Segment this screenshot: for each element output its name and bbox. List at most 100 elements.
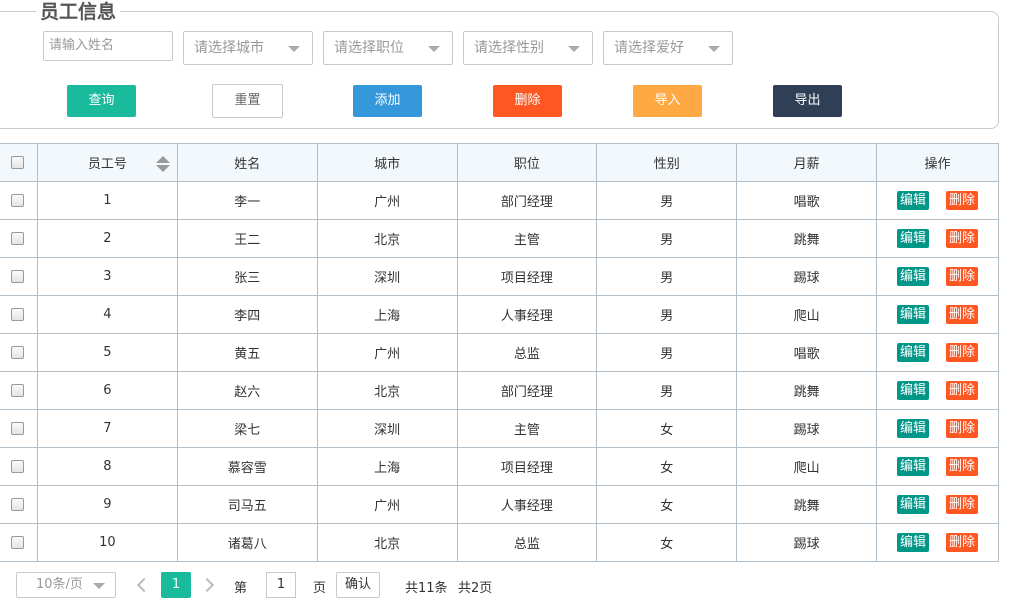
row-delete-button[interactable]: 删除 (946, 343, 979, 362)
edit-button[interactable]: 编辑 (897, 229, 930, 248)
cell-gender: 男 (596, 295, 738, 334)
row-delete-button[interactable]: 删除 (946, 495, 979, 514)
cell-gender: 男 (596, 371, 738, 410)
cell-gender: 女 (596, 447, 738, 486)
row-delete-button[interactable]: 删除 (946, 419, 979, 438)
import-button[interactable]: 导入 (633, 85, 702, 117)
header-city: 城市 (316, 143, 458, 182)
cell-city: 上海 (316, 295, 458, 334)
row-checkbox[interactable] (11, 308, 25, 321)
cell-gender: 男 (596, 257, 738, 296)
cell-salary: 跳舞 (736, 219, 878, 258)
cell-salary: 踢球 (736, 257, 878, 296)
row-select-cell (0, 181, 38, 220)
reset-button[interactable]: 重置 (212, 84, 283, 118)
city-select[interactable]: 请选择城市 (183, 31, 313, 65)
row-actions: 编辑 删除 (876, 371, 999, 410)
table-row: 2 王二 北京 主管男跳舞 编辑 删除 (0, 219, 999, 258)
cell-gender: 男 (596, 333, 738, 372)
edit-button[interactable]: 编辑 (897, 267, 930, 286)
row-checkbox[interactable] (11, 346, 25, 359)
cell-city: 深圳 (316, 257, 458, 296)
goto-page-input[interactable]: 1 (266, 572, 296, 598)
row-checkbox[interactable] (11, 232, 25, 245)
edit-button[interactable]: 编辑 (897, 495, 930, 514)
export-button[interactable]: 导出 (773, 85, 842, 117)
cell-name: 诸葛八 (176, 523, 318, 562)
chevron-left-icon[interactable] (136, 577, 152, 593)
row-delete-button[interactable]: 删除 (946, 191, 979, 210)
select-all-checkbox[interactable] (11, 156, 25, 169)
cell-salary: 跳舞 (736, 485, 878, 524)
cell-city: 北京 (316, 523, 458, 562)
row-delete-button[interactable]: 删除 (946, 457, 979, 476)
query-button[interactable]: 查询 (67, 85, 136, 117)
cell-city: 北京 (316, 371, 458, 410)
row-checkbox[interactable] (11, 384, 25, 397)
header-position: 职位 (456, 143, 598, 182)
cell-position: 主管 (456, 219, 598, 258)
row-delete-button[interactable]: 删除 (946, 533, 979, 552)
cell-name: 张三 (176, 257, 318, 296)
chevron-right-icon[interactable] (199, 577, 215, 593)
cell-name: 赵六 (176, 371, 318, 410)
row-select-cell (0, 219, 38, 258)
row-checkbox[interactable] (11, 422, 25, 435)
edit-button[interactable]: 编辑 (897, 381, 930, 400)
cell-position: 项目经理 (456, 447, 598, 486)
sort-icon[interactable] (155, 156, 170, 172)
gender-select[interactable]: 请选择性别 (463, 31, 593, 65)
cell-position: 人事经理 (456, 485, 598, 524)
row-select-cell (0, 447, 38, 486)
chevron-down-icon (93, 583, 105, 589)
cell-id: 10 (36, 523, 178, 562)
header-employee-id[interactable]: 员工号 (36, 143, 178, 182)
edit-button[interactable]: 编辑 (897, 191, 930, 210)
row-select-cell (0, 409, 38, 448)
row-delete-button[interactable]: 删除 (946, 381, 979, 400)
page-size-select[interactable]: 10条/页 (16, 572, 116, 598)
hobby-select[interactable]: 请选择爱好 (603, 31, 733, 65)
edit-button[interactable]: 编辑 (897, 305, 930, 324)
cell-position: 部门经理 (456, 371, 598, 410)
table-row: 6 赵六 北京 部门经理男跳舞 编辑 删除 (0, 371, 999, 410)
row-select-cell (0, 371, 38, 410)
row-checkbox[interactable] (11, 536, 25, 549)
row-checkbox[interactable] (11, 270, 25, 283)
header-gender: 性别 (596, 143, 738, 182)
cell-city: 上海 (316, 447, 458, 486)
name-search-input[interactable]: 请输入姓名 (43, 31, 173, 61)
cell-id: 2 (36, 219, 178, 258)
edit-button[interactable]: 编辑 (897, 457, 930, 476)
employee-table: 员工号 姓名 城市 职位 性别 月薪 操作 1 李一 广州 部门经理男唱歌 编辑 删除 2 王… (0, 143, 999, 562)
cell-salary: 跳舞 (736, 371, 878, 410)
cell-city: 广州 (316, 485, 458, 524)
table-row: 8 慕容雪 上海 项目经理女爬山 编辑 删除 (0, 447, 999, 486)
cell-salary: 踢球 (736, 523, 878, 562)
add-button[interactable]: 添加 (353, 85, 422, 117)
row-delete-button[interactable]: 删除 (946, 267, 979, 286)
edit-button[interactable]: 编辑 (897, 533, 930, 552)
row-delete-button[interactable]: 删除 (946, 305, 979, 324)
goto-confirm-button[interactable]: 确认 (336, 572, 380, 598)
cell-salary: 唱歌 (736, 333, 878, 372)
cell-id: 4 (36, 295, 178, 334)
row-checkbox[interactable] (11, 498, 25, 511)
cell-name: 李一 (176, 181, 318, 220)
row-checkbox[interactable] (11, 194, 25, 207)
current-page-button[interactable]: 1 (161, 572, 191, 598)
delete-button[interactable]: 删除 (493, 85, 562, 117)
goto-prefix: 第 (234, 581, 248, 596)
chevron-down-icon (428, 46, 440, 52)
position-select[interactable]: 请选择职位 (323, 31, 453, 65)
row-select-cell (0, 257, 38, 296)
row-delete-button[interactable]: 删除 (946, 229, 979, 248)
edit-button[interactable]: 编辑 (897, 419, 930, 438)
row-actions: 编辑 删除 (876, 485, 999, 524)
header-actions: 操作 (876, 143, 999, 182)
cell-salary: 唱歌 (736, 181, 878, 220)
page-title: 员工信息 (36, 1, 121, 23)
row-checkbox[interactable] (11, 460, 25, 473)
goto-suffix: 页 (313, 581, 327, 596)
edit-button[interactable]: 编辑 (897, 343, 930, 362)
